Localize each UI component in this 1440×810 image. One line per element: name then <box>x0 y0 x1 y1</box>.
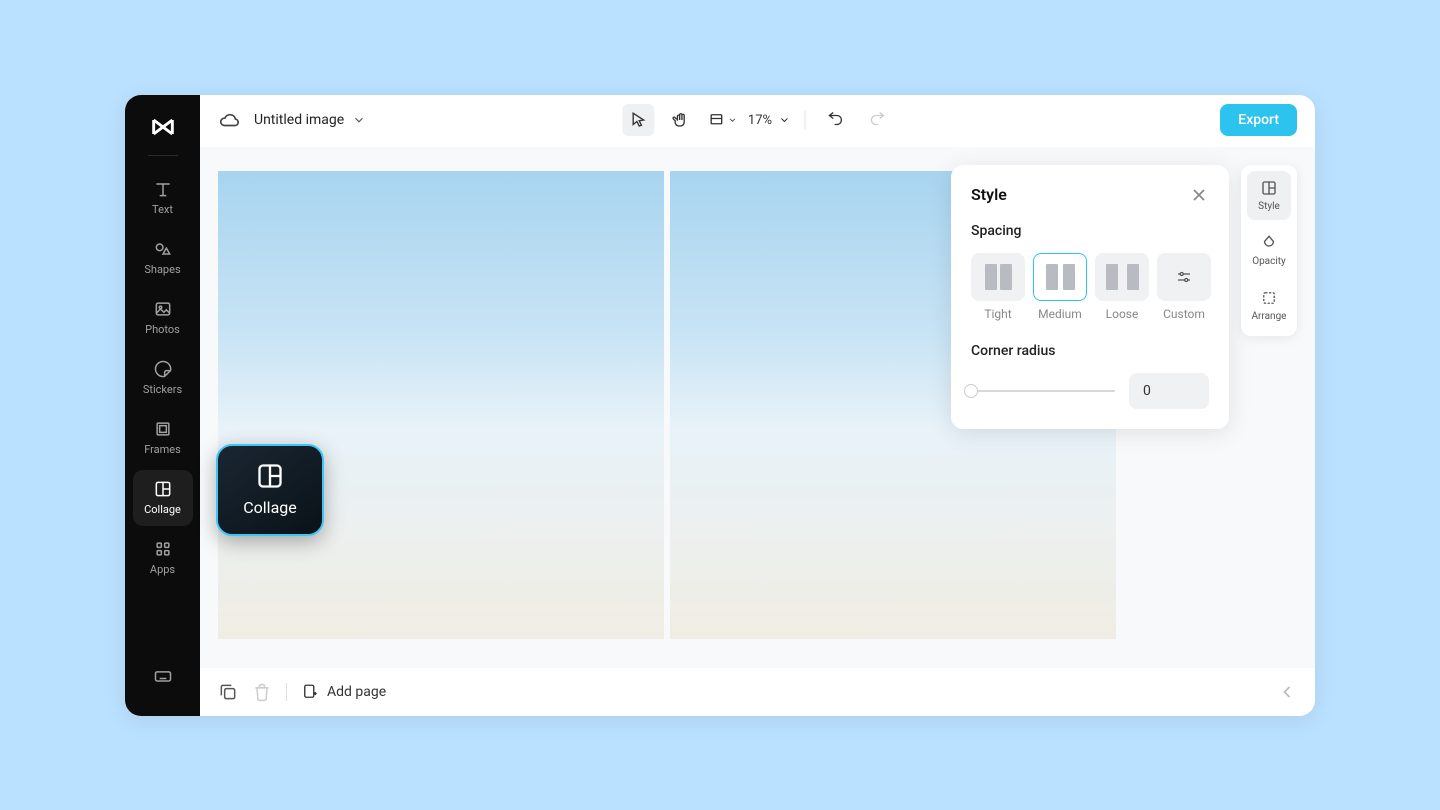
tool-style[interactable]: Style <box>1247 171 1291 220</box>
corner-label: Corner radius <box>971 343 1209 359</box>
collapse-icon[interactable] <box>1277 682 1297 702</box>
corner-radius-slider[interactable] <box>971 390 1115 392</box>
label: Stickers <box>143 383 182 396</box>
left-sidebar: Text Shapes Photos Stickers Frames Colla… <box>125 95 200 716</box>
sidebar-item-apps[interactable]: Apps <box>133 530 193 586</box>
zoom-display[interactable]: 17% <box>748 113 790 128</box>
sidebar-item-shapes[interactable]: Shapes <box>133 230 193 286</box>
document-title[interactable]: Untitled image <box>254 112 366 128</box>
right-toolbar: Style Opacity Arrange <box>1241 165 1297 336</box>
collage-icon <box>256 462 284 490</box>
label: Frames <box>144 443 181 456</box>
label: Apps <box>150 563 175 576</box>
label: Shapes <box>144 263 180 276</box>
tool-arrange[interactable]: Arrange <box>1247 281 1291 330</box>
divider <box>148 155 178 156</box>
spacing-options: Tight Medium Loose Custom <box>971 253 1209 321</box>
corner-radius-value[interactable]: 0 <box>1129 373 1209 409</box>
close-icon[interactable] <box>1189 185 1209 205</box>
title-text: Untitled image <box>254 112 344 128</box>
topbar: Untitled image 17% Export <box>200 95 1315 147</box>
label: Add page <box>327 684 386 700</box>
spacing-loose[interactable]: Loose <box>1095 253 1149 321</box>
export-button[interactable]: Export <box>1220 104 1297 136</box>
crop-tool[interactable] <box>706 104 738 136</box>
main-area: Untitled image 17% Export <box>200 95 1315 716</box>
panel-title: Style <box>971 185 1007 204</box>
add-page-button[interactable]: Add page <box>301 683 386 701</box>
collage-badge: Collage <box>216 444 324 536</box>
slider-thumb[interactable] <box>964 384 978 398</box>
canvas-area: Collage Style Spacing Tight Medium Loose… <box>200 147 1315 668</box>
add-page-icon <box>301 683 319 701</box>
cloud-icon[interactable] <box>218 109 240 131</box>
chevron-down-icon <box>778 114 790 126</box>
spacing-custom[interactable]: Custom <box>1157 253 1211 321</box>
sidebar-item-keyboard[interactable] <box>133 648 193 704</box>
divider <box>286 683 287 701</box>
divider <box>804 110 805 130</box>
badge-label: Collage <box>243 498 297 517</box>
style-panel: Style Spacing Tight Medium Loose Custom … <box>951 165 1229 429</box>
label: Collage <box>144 503 181 516</box>
sidebar-item-photos[interactable]: Photos <box>133 290 193 346</box>
tool-opacity[interactable]: Opacity <box>1247 226 1291 275</box>
zoom-value: 17% <box>748 113 772 128</box>
bottombar: Add page <box>200 668 1315 716</box>
hand-tool[interactable] <box>664 104 696 136</box>
label: Text <box>152 203 173 216</box>
cursor-tool[interactable] <box>622 104 654 136</box>
undo-button[interactable] <box>819 104 851 136</box>
sidebar-item-stickers[interactable]: Stickers <box>133 350 193 406</box>
sidebar-item-frames[interactable]: Frames <box>133 410 193 466</box>
spacing-medium[interactable]: Medium <box>1033 253 1087 321</box>
trash-icon[interactable] <box>252 682 272 702</box>
logo-icon[interactable] <box>149 113 177 141</box>
center-toolbar: 17% <box>622 104 893 136</box>
redo-button[interactable] <box>861 104 893 136</box>
spacing-label: Spacing <box>971 223 1209 239</box>
spacing-tight[interactable]: Tight <box>971 253 1025 321</box>
label: Photos <box>145 323 180 336</box>
app-window: Text Shapes Photos Stickers Frames Colla… <box>125 95 1315 716</box>
sidebar-item-text[interactable]: Text <box>133 170 193 226</box>
collage-cell-left[interactable] <box>218 171 664 639</box>
sidebar-item-collage[interactable]: Collage <box>133 470 193 526</box>
duplicate-icon[interactable] <box>218 682 238 702</box>
chevron-down-icon <box>352 113 366 127</box>
